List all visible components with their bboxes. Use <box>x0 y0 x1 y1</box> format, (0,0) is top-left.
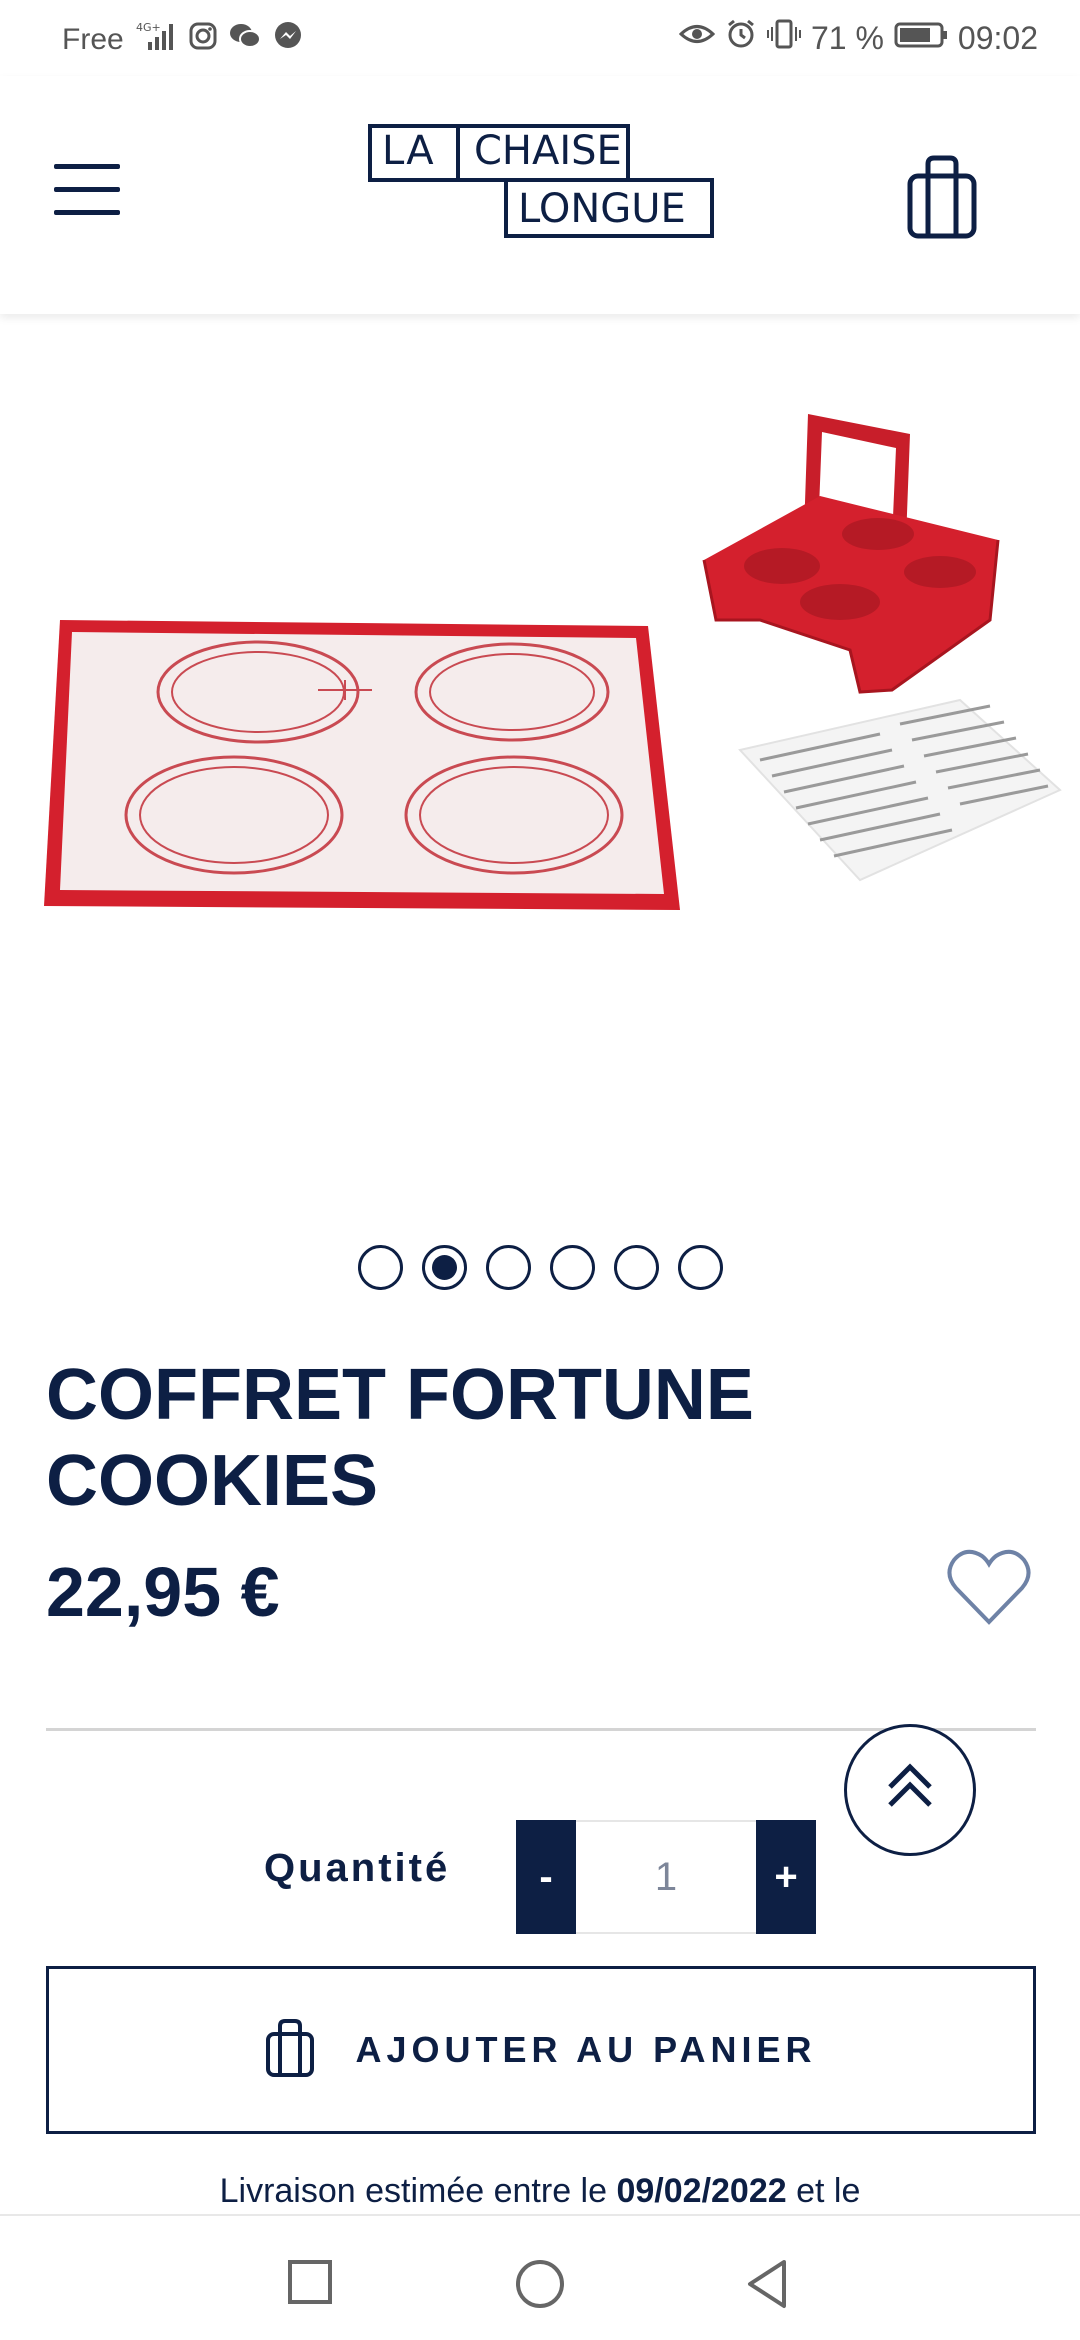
status-right: 71 % 09:02 <box>678 18 1038 58</box>
messenger-icon <box>272 20 304 60</box>
delivery-suffix: et le <box>796 2172 861 2210</box>
product-price: 22,95 € <box>46 1553 280 1631</box>
quantity-input[interactable]: 1 <box>576 1820 756 1934</box>
back-icon[interactable] <box>744 2258 792 2315</box>
carousel-dot-1[interactable] <box>358 1245 403 1290</box>
shopping-bag-icon[interactable] <box>906 154 978 240</box>
logo-word-chaise: CHAISE <box>474 128 622 174</box>
quantity-decrease-button[interactable]: - <box>516 1820 576 1934</box>
site-header: LA CHAISE LONGUE <box>0 76 1080 314</box>
status-bar: Free 4G+ 71 % 09:02 <box>0 0 1080 76</box>
recent-apps-icon[interactable] <box>286 2258 334 2311</box>
instagram-icon <box>188 21 218 59</box>
vibrate-icon <box>766 18 801 58</box>
eye-icon <box>678 19 716 57</box>
add-to-cart-label: AJOUTER AU PANIER <box>355 2029 817 2070</box>
quantity-label: Quantité <box>264 1846 451 1890</box>
svg-text:4G+: 4G+ <box>136 21 161 34</box>
carousel-dots <box>358 1245 723 1290</box>
site-logo[interactable]: LA CHAISE LONGUE <box>368 124 714 242</box>
clock: 09:02 <box>957 19 1038 56</box>
carousel-dot-2-active[interactable] <box>422 1245 467 1290</box>
add-to-cart-button[interactable]: AJOUTER AU PANIER <box>46 1966 1036 2134</box>
quantity-increase-button[interactable]: + <box>756 1820 816 1934</box>
carousel-dot-4[interactable] <box>550 1245 595 1290</box>
logo-word-longue: LONGUE <box>518 186 686 232</box>
folding-tool-image <box>702 414 1000 694</box>
product-title: COFFRET FORTUNE COOKIES <box>46 1355 754 1521</box>
scroll-to-top-button[interactable] <box>844 1724 976 1856</box>
delivery-prefix: Livraison estimée entre le <box>219 2172 608 2210</box>
battery-icon <box>894 20 948 57</box>
wechat-icon <box>228 21 262 59</box>
silicone-mat-image <box>44 620 680 910</box>
carousel-dot-5[interactable] <box>614 1245 659 1290</box>
logo-word-la: LA <box>382 128 435 174</box>
battery-percent: 71 % <box>810 19 884 56</box>
system-nav-bar <box>0 2214 1080 2340</box>
carousel-dot-6[interactable] <box>678 1245 723 1290</box>
home-icon[interactable] <box>514 2258 566 2315</box>
carousel-dot-3[interactable] <box>486 1245 531 1290</box>
status-left: Free 4G+ <box>62 20 304 60</box>
shopping-bag-icon <box>265 2018 315 2083</box>
delivery-date: 09/02/2022 <box>616 2172 787 2210</box>
heart-icon[interactable] <box>946 1548 1032 1628</box>
delivery-estimate: Livraison estimée entre le 09/02/2022 et… <box>0 2172 1080 2211</box>
logo-separator <box>456 124 460 182</box>
instruction-sheet-image <box>738 698 1062 882</box>
alarm-icon <box>725 18 757 58</box>
carrier-label: Free <box>62 23 124 56</box>
hamburger-menu-icon[interactable] <box>54 164 120 216</box>
double-chevron-up-icon <box>888 1763 932 1807</box>
product-image[interactable] <box>0 320 1080 1220</box>
signal-icon: 4G+ <box>134 20 178 60</box>
